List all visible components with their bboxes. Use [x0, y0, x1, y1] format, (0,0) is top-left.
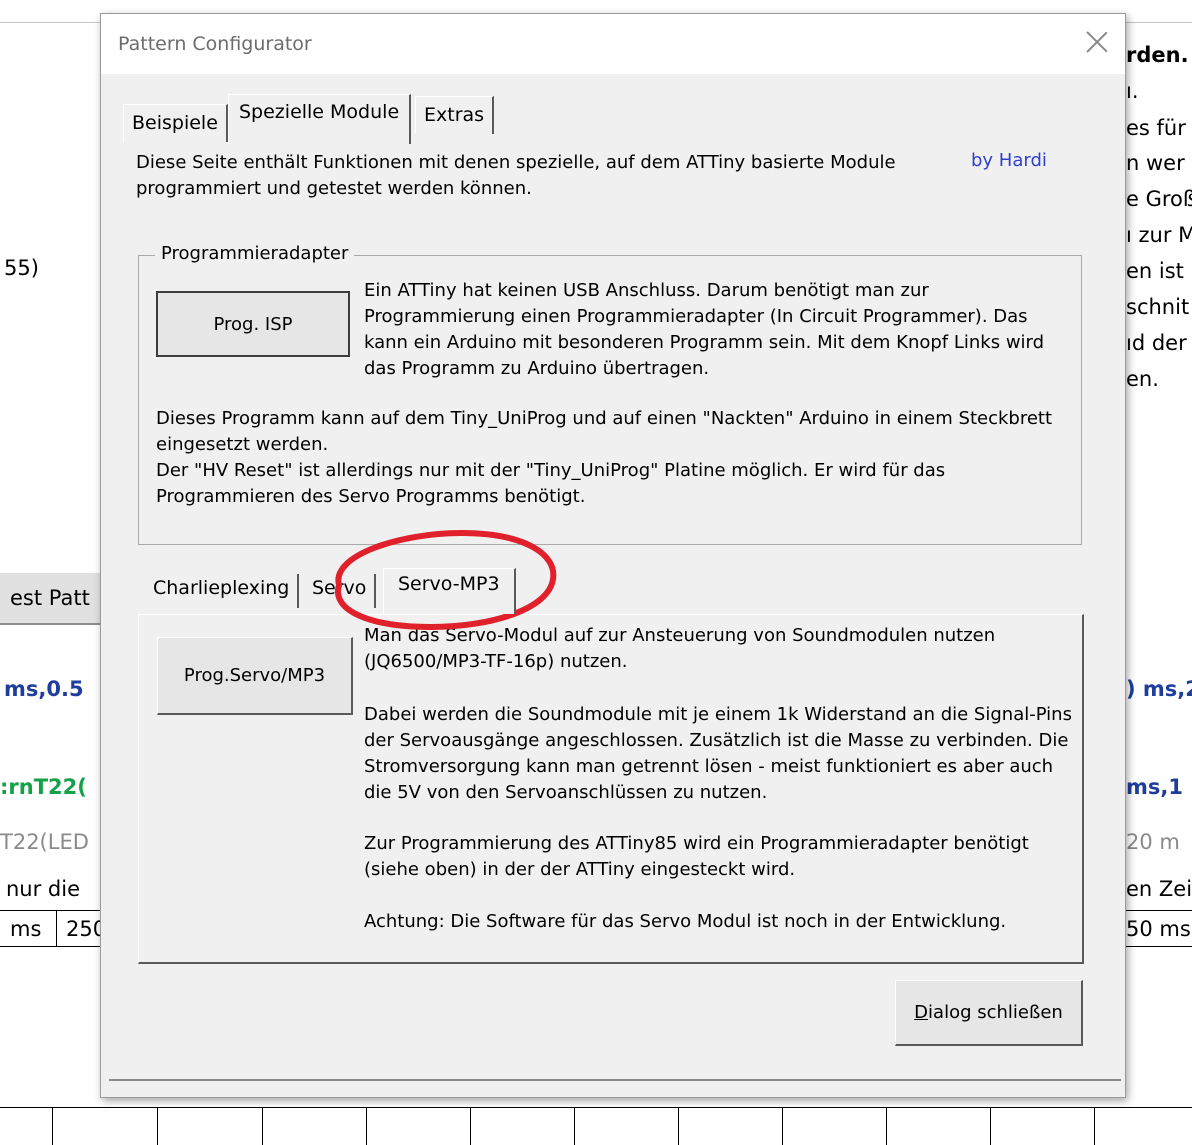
isp-description: Ein ATTiny hat keinen USB Anschluss. Dar… [364, 280, 1045, 379]
mp3-paragraph-1: Man das Servo-Modul auf zur Ansteuerung … [364, 625, 996, 672]
mp3-paragraph-3: Zur Programmierung des ATTiny85 wird ein… [364, 833, 1029, 880]
tab-servo[interactable]: Servo [304, 574, 377, 608]
close-icon[interactable] [1083, 28, 1111, 56]
button-label: Dialog schließen [914, 1002, 1063, 1023]
button-label: Prog. ISP [213, 313, 293, 335]
sheet-gridline [574, 1107, 575, 1145]
byline: by Hardi [971, 150, 1047, 171]
isp-note-1: Dieses Programm kann auf dem Tiny_UniPro… [156, 408, 1053, 455]
sheet-cell-text: en Zei [1126, 877, 1192, 901]
sheet-test-pattern-button[interactable]: est Patt [0, 573, 110, 625]
tab-label: Extras [424, 104, 485, 126]
sheet-cell-text: en ist [1126, 259, 1184, 283]
sheet-cell-text: 55) [4, 256, 39, 280]
tab-label: Beispiele [132, 112, 218, 134]
sheet-cell-text: es für [1126, 116, 1186, 140]
sheet-gridline [56, 910, 57, 946]
sheet-cell-text: ms,0.5 [4, 677, 84, 701]
tab-label: Servo-MP3 [398, 573, 500, 595]
sheet-cell-text: ) ms,2 [1126, 677, 1192, 701]
sheet-cell-text: ı zur M [1126, 223, 1192, 247]
tab-charlieplexing[interactable]: Charlieplexing [145, 574, 300, 608]
tab-servo-mp3[interactable]: Servo-MP3 [383, 568, 516, 614]
tab-label: Spezielle Module [239, 101, 400, 123]
tab-extras[interactable]: Extras [415, 96, 495, 134]
sheet-cell-text: ms,1 [1126, 775, 1183, 799]
sheet-cell-text: ı. [1126, 79, 1139, 103]
sheet-cell-text: schnit [1126, 295, 1190, 319]
sheet-gridline [262, 1107, 263, 1145]
sheet-gridline [782, 1107, 783, 1145]
tab-spezielle-module[interactable]: Spezielle Module [228, 94, 412, 144]
dialog-close-button[interactable]: Dialog schließen [895, 980, 1083, 1046]
tab-label: Charlieplexing [153, 577, 290, 599]
sheet-cell-text: nur die [6, 877, 81, 901]
sheet-cell-text: ms [10, 917, 42, 941]
sheet-gridline [678, 1107, 679, 1145]
sheet-gridline [990, 1107, 991, 1145]
sheet-gridline [52, 1107, 53, 1145]
tab-label: Servo [312, 577, 367, 599]
sheet-gridline [886, 1107, 887, 1145]
sheet-gridline [1126, 910, 1192, 911]
sheet-cell-text: n wer [1126, 151, 1185, 175]
sheet-gridline [470, 1107, 471, 1145]
sheet-cell-text: 50 ms [1126, 917, 1191, 941]
sheet-cell-text: 20 m [1126, 830, 1180, 854]
sheet-gridline [0, 946, 100, 947]
isp-note-2: Der "HV Reset" ist allerdings nur mit de… [156, 460, 946, 507]
mp3-paragraph-4: Achtung: Die Software für das Servo Modu… [364, 911, 1007, 932]
sheet-cell-text: ıd der [1126, 331, 1187, 355]
sheet-button-label: est Patt [10, 586, 90, 610]
sheet-cell-text: rden. [1126, 43, 1189, 67]
sheet-gridline [1126, 946, 1192, 947]
pattern-configurator-dialog: Pattern Configurator Beispiele Spezielle… [100, 13, 1126, 1098]
dialog-title: Pattern Configurator [118, 33, 312, 55]
sheet-cell-text: en. [1126, 367, 1159, 391]
sheet-cell-text: e Groß [1126, 187, 1192, 211]
intro-text: Diese Seite enthält Funktionen mit denen… [136, 152, 896, 199]
sheet-gridline [1094, 1107, 1095, 1145]
prog-isp-button[interactable]: Prog. ISP [156, 291, 350, 357]
tab-beispiele[interactable]: Beispiele [123, 104, 228, 142]
sheet-cell-text: T22(LED [0, 830, 89, 854]
mp3-paragraph-2: Dabei werden die Soundmodule mit je eine… [364, 704, 1072, 803]
dialog-titlebar[interactable]: Pattern Configurator [101, 14, 1125, 74]
sheet-gridline [0, 910, 100, 911]
group-label: Programmieradapter [155, 243, 355, 264]
sheet-cell-text: :rnT22( [0, 775, 87, 799]
prog-servo-mp3-button[interactable]: Prog.Servo/MP3 [157, 637, 353, 715]
sheet-gridline [157, 1107, 158, 1145]
sheet-gridline [366, 1107, 367, 1145]
sheet-gridline [0, 1107, 1192, 1108]
button-label: Prog.Servo/MP3 [183, 665, 326, 686]
dialog-bottom-divider [109, 1079, 1121, 1081]
